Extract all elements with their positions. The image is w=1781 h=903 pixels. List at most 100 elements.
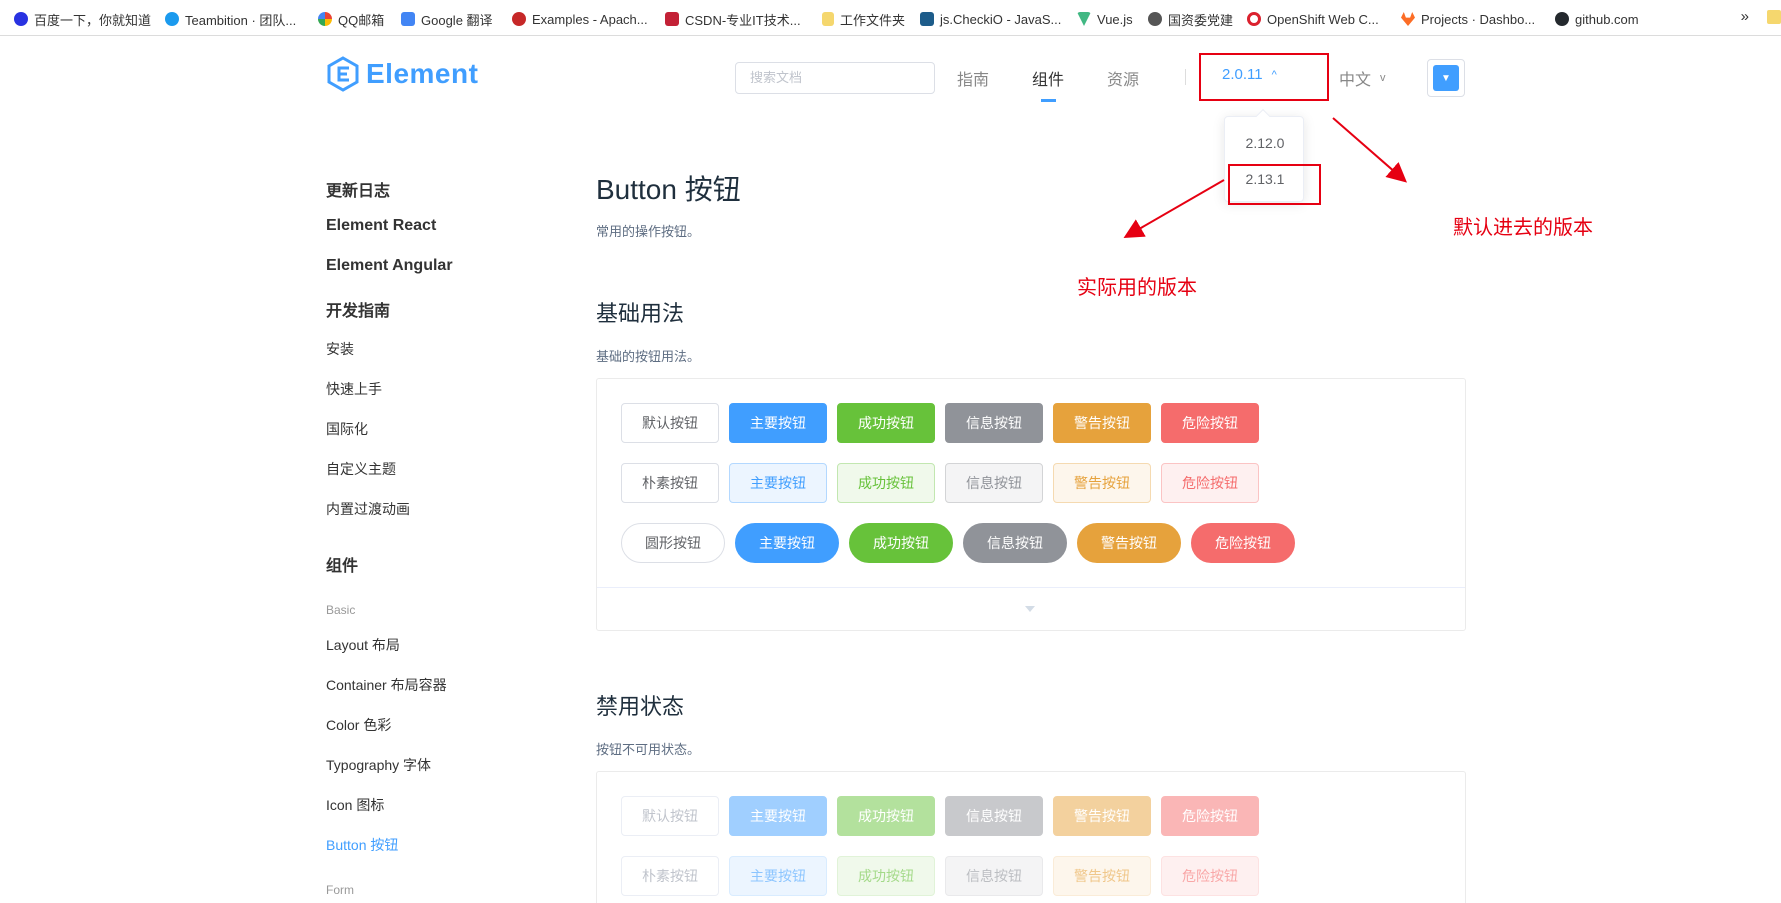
sidebar-group-form: Form [326,883,354,897]
annotation-box-actual-version [1228,164,1321,205]
round-primary-button[interactable]: 主要按钮 [735,523,839,563]
disabled-danger-button: 危险按钮 [1161,796,1259,836]
round-warning-button[interactable]: 警告按钮 [1077,523,1181,563]
nav-guide[interactable]: 指南 [957,66,989,90]
chevron-down-icon: ▼ [1433,65,1459,91]
language-value: 中文 [1339,72,1372,89]
page-title: Button 按钮 [596,174,741,205]
annotation-box-default-version [1199,53,1329,101]
folder-icon[interactable] [1767,10,1781,24]
round-info-button[interactable]: 信息按钮 [963,523,1067,563]
plain-danger-button[interactable]: 危险按钮 [1161,463,1259,503]
bookmark-apache[interactable]: Examples - Apach... [512,10,648,28]
round-success-button[interactable]: 成功按钮 [849,523,953,563]
caret-down-icon [1025,606,1035,612]
sidebar-item-i18n[interactable]: 国际化 [326,419,368,439]
page-subtitle: 常用的操作按钮。 [596,224,701,239]
sidebar-heading-dev-guide[interactable]: 开发指南 [326,297,390,321]
sidebar-item-quickstart[interactable]: 快速上手 [326,379,382,399]
bookmark-teambition[interactable]: Teambition · 团队... [165,10,296,28]
folder-icon [822,12,834,26]
sidebar-item-icon[interactable]: Icon 图标 [326,795,384,815]
nav-components[interactable]: 组件 [1032,66,1064,90]
bookmark-vue[interactable]: Vue.js [1077,10,1133,28]
qq-mail-icon [318,12,332,26]
bookmark-openshift[interactable]: OpenShift Web C... [1247,10,1379,28]
section-desc-disabled: 按钮不可用状态。 [596,742,701,757]
section-title-basic: 基础用法 [596,301,685,326]
sidebar-item-element-react[interactable]: Element React [326,217,436,235]
element-logo-icon [327,56,359,92]
section-desc-basic: 基础的按钮用法。 [596,349,701,364]
sidebar-item-button[interactable]: Button 按钮 [326,835,398,855]
github-icon [1555,12,1569,26]
show-code-toggle[interactable] [597,587,1465,631]
sidebar-item-color[interactable]: Color 色彩 [326,715,391,735]
language-select[interactable]: 中文 v [1339,66,1386,90]
sidebar-item-container[interactable]: Container 布局容器 [326,675,447,695]
sidebar-item-custom-theme[interactable]: 自定义主题 [326,459,396,479]
bookmark-qq-mail[interactable]: QQ邮箱 [318,10,384,28]
plain-primary-button[interactable]: 主要按钮 [729,463,827,503]
round-danger-button[interactable]: 危险按钮 [1191,523,1295,563]
plain-warning-button[interactable]: 警告按钮 [1053,463,1151,503]
disabled-info-button: 信息按钮 [945,796,1043,836]
baidu-icon [14,12,28,26]
bookmark-checkio[interactable]: js.CheckiO - JavaS... [920,10,1061,28]
disabled-plain-button: 朴素按钮 [621,856,719,896]
primary-button[interactable]: 主要按钮 [729,403,827,443]
annotation-default-version: 默认进去的版本 [1453,217,1593,239]
globe-icon [1148,12,1162,26]
sidebar-item-changelog[interactable]: 更新日志 [326,177,390,201]
disabled-warning-button: 警告按钮 [1053,796,1151,836]
sidebar-item-install[interactable]: 安装 [326,339,354,359]
round-button[interactable]: 圆形按钮 [621,523,725,563]
plain-success-button[interactable]: 成功按钮 [837,463,935,503]
info-button[interactable]: 信息按钮 [945,403,1043,443]
bookmark-party-building[interactable]: 国资委党建 [1148,10,1233,28]
danger-button[interactable]: 危险按钮 [1161,403,1259,443]
bookmark-csdn[interactable]: CSDN-专业IT技术... [665,10,801,28]
sidebar-item-element-angular[interactable]: Element Angular [326,257,453,275]
google-translate-icon [401,12,415,26]
success-button[interactable]: 成功按钮 [837,403,935,443]
bookmarks-overflow-button[interactable]: » [1741,8,1749,25]
bookmark-github[interactable]: github.com [1555,10,1639,28]
arrow-to-default-version [1332,117,1408,183]
disabled-plain-primary-button: 主要按钮 [729,856,827,896]
bookmark-baidu[interactable]: 百度一下，你就知道 [14,10,151,28]
disabled-plain-success-button: 成功按钮 [837,856,935,896]
bookmark-work-folder[interactable]: 工作文件夹 [822,10,905,28]
sidebar-item-typography[interactable]: Typography 字体 [326,755,431,775]
arrow-to-actual-version [1123,179,1225,238]
bookmarks-bar: 百度一下，你就知道 Teambition · 团队... QQ邮箱 Google… [0,0,1781,36]
bookmark-google-translate[interactable]: Google 翻译 [401,10,493,28]
sidebar-heading-components: 组件 [326,558,359,575]
search-input[interactable]: 搜索文档 [735,62,935,94]
gitlab-icon [1401,12,1415,26]
plain-info-button[interactable]: 信息按钮 [945,463,1043,503]
demo-block-basic: 默认按钮 主要按钮 成功按钮 信息按钮 警告按钮 危险按钮 朴素按钮 主要按钮 … [596,378,1466,631]
annotation-actual-version: 实际用的版本 [1077,277,1197,299]
bookmark-gitlab[interactable]: Projects · Dashbo... [1401,10,1535,28]
theme-picker-button[interactable]: ▼ [1427,59,1465,97]
sidebar-group-basic: Basic [326,603,356,617]
version-option[interactable]: 2.12.0 [1225,135,1305,151]
section-title-disabled: 禁用状态 [596,694,685,719]
apache-icon [512,12,526,26]
element-logo[interactable]: Element [326,56,478,92]
demo-block-disabled: 默认按钮 主要按钮 成功按钮 信息按钮 警告按钮 危险按钮 朴素按钮 主要按钮 … [596,771,1466,903]
vue-icon [1077,12,1091,26]
disabled-default-button: 默认按钮 [621,796,719,836]
default-button[interactable]: 默认按钮 [621,403,719,443]
warning-button[interactable]: 警告按钮 [1053,403,1151,443]
checkio-icon [920,12,934,26]
nav-resources[interactable]: 资源 [1107,66,1139,90]
teambition-icon [165,12,179,26]
plain-button[interactable]: 朴素按钮 [621,463,719,503]
sidebar-item-transition[interactable]: 内置过渡动画 [326,499,410,519]
sidebar-item-layout[interactable]: Layout 布局 [326,635,400,655]
disabled-plain-warning-button: 警告按钮 [1053,856,1151,896]
openshift-icon [1247,12,1261,26]
disabled-success-button: 成功按钮 [837,796,935,836]
